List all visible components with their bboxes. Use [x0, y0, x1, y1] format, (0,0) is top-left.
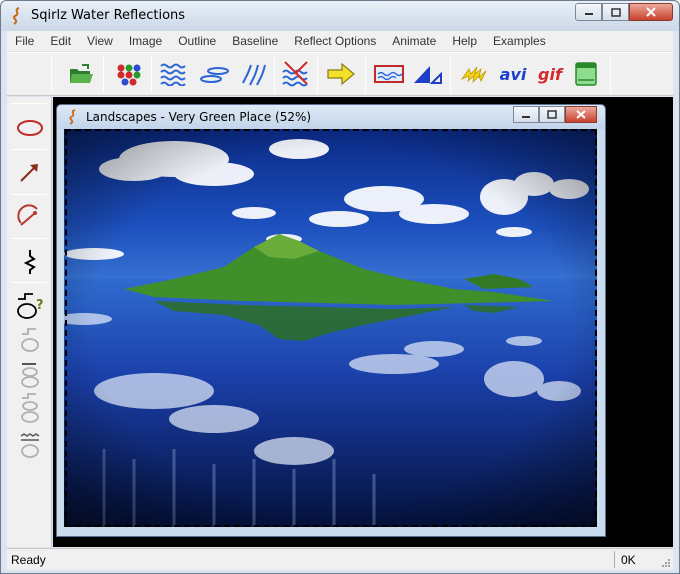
toolbar-separator — [11, 282, 47, 283]
toolbar-separator — [11, 149, 47, 150]
toolbar-separator — [11, 194, 47, 195]
reflect-frame-icon — [374, 65, 404, 83]
vignette — [64, 129, 597, 527]
shape-step-1-icon — [21, 328, 39, 352]
minimize-button[interactable] — [575, 3, 602, 21]
menu-image[interactable]: Image — [121, 34, 170, 48]
sqirlz-logo-icon — [69, 109, 76, 125]
toolbar-separator — [11, 103, 47, 104]
arrow-tool-button[interactable] — [13, 157, 47, 187]
triangle-tool-button[interactable] — [412, 59, 444, 89]
toolbar-separator — [103, 57, 104, 93]
shape-help-button[interactable]: ? — [13, 290, 47, 320]
toolbar-separator — [274, 57, 275, 93]
menu-edit[interactable]: Edit — [42, 34, 79, 48]
open-folder-icon — [70, 64, 93, 83]
reflect-frame-button[interactable] — [373, 59, 405, 89]
ripple-ellipses-icon — [200, 67, 229, 83]
menu-file[interactable]: File — [7, 34, 42, 48]
minimize-icon — [522, 115, 530, 118]
maximize-button[interactable] — [602, 3, 629, 21]
maximize-icon — [547, 110, 557, 119]
open-folder-button[interactable] — [65, 59, 97, 89]
arrow-right-button[interactable] — [325, 59, 357, 89]
close-icon — [576, 110, 586, 119]
zigzag-line-icon — [23, 250, 36, 274]
wave-lines-icon — [160, 63, 186, 86]
document-minimize-button[interactable] — [513, 106, 539, 123]
toolbar: avi gif — [7, 52, 673, 96]
minimize-icon — [584, 13, 593, 15]
menu-animate[interactable]: Animate — [384, 34, 444, 48]
menu-outline[interactable]: Outline — [170, 34, 224, 48]
triangle-tool-icon — [414, 66, 442, 84]
menu-view[interactable]: View — [79, 34, 121, 48]
shape-help-icon: ? — [17, 293, 44, 319]
close-icon — [646, 7, 656, 17]
arc-tool-button[interactable] — [13, 201, 47, 231]
menu-examples[interactable]: Examples — [485, 34, 554, 48]
document-maximize-button[interactable] — [539, 106, 565, 123]
shape-step-2-icon — [21, 363, 39, 388]
diagonal-waves-icon — [242, 64, 266, 86]
status-right-pane: 0K — [614, 551, 659, 568]
document-close-button[interactable] — [565, 106, 597, 123]
toolbar-separator — [51, 57, 52, 93]
app-window: Sqirlz Water Reflections File Edit View … — [0, 0, 680, 574]
toolbar-separator — [151, 57, 152, 93]
close-button[interactable] — [629, 3, 673, 21]
ripple-ellipses-button[interactable] — [199, 59, 231, 89]
document-title: Landscapes - Very Green Place (52%) — [86, 110, 312, 124]
ellipse-tool-button[interactable] — [13, 113, 47, 143]
menu-bar: File Edit View Image Outline Baseline Re… — [7, 31, 673, 51]
shape-wave-button[interactable] — [13, 431, 47, 461]
toolbar-separator — [317, 57, 318, 93]
window-controls — [575, 3, 673, 21]
status-text: Ready — [11, 553, 46, 567]
resize-grip-icon[interactable] — [661, 558, 671, 568]
help-question-glyph: ? — [36, 298, 44, 313]
color-dots-button[interactable] — [113, 59, 145, 89]
arrow-right-icon — [327, 62, 355, 86]
status-bar: Ready 0K — [7, 548, 673, 570]
image-canvas[interactable] — [64, 129, 597, 527]
menu-reflect-options[interactable]: Reflect Options — [286, 34, 384, 48]
gif-export-button[interactable]: gif — [534, 59, 566, 89]
zigzag-line-button[interactable] — [13, 247, 47, 277]
menu-help[interactable]: Help — [444, 34, 485, 48]
arrow-tool-icon — [20, 164, 38, 182]
shape-step-3-icon — [21, 393, 39, 423]
wave-lines-button[interactable] — [158, 59, 190, 89]
toolbar-separator — [450, 57, 451, 93]
panel-window-icon — [575, 62, 597, 86]
sqirlz-logo-icon — [13, 7, 20, 25]
menu-baseline[interactable]: Baseline — [224, 34, 286, 48]
ellipse-tool-icon — [17, 120, 43, 136]
color-dots-icon — [117, 64, 141, 86]
wave-cancel-button[interactable] — [280, 59, 312, 89]
shape-step-3-button[interactable] — [13, 393, 47, 423]
wave-cancel-icon — [282, 61, 308, 87]
app-title: Sqirlz Water Reflections — [31, 8, 186, 23]
document-title-bar[interactable]: Landscapes - Very Green Place (52%) — [57, 105, 605, 129]
document-window-controls — [513, 106, 597, 123]
lightning-icon — [460, 66, 487, 84]
toolbar-separator — [610, 57, 611, 93]
lightning-button[interactable] — [458, 59, 490, 89]
shape-toolbar: ? — [7, 97, 52, 547]
toolbar-separator — [11, 238, 47, 239]
maximize-icon — [610, 7, 621, 17]
diagonal-waves-button[interactable] — [237, 59, 269, 89]
arc-tool-icon — [17, 204, 38, 226]
shape-wave-icon — [20, 433, 40, 458]
shape-step-2-button[interactable] — [13, 359, 47, 389]
title-bar[interactable]: Sqirlz Water Reflections — [1, 1, 679, 31]
panel-window-button[interactable] — [570, 59, 602, 89]
shape-step-1-button[interactable] — [13, 325, 47, 355]
toolbar-separator — [365, 57, 366, 93]
avi-export-button[interactable]: avi — [497, 59, 529, 89]
